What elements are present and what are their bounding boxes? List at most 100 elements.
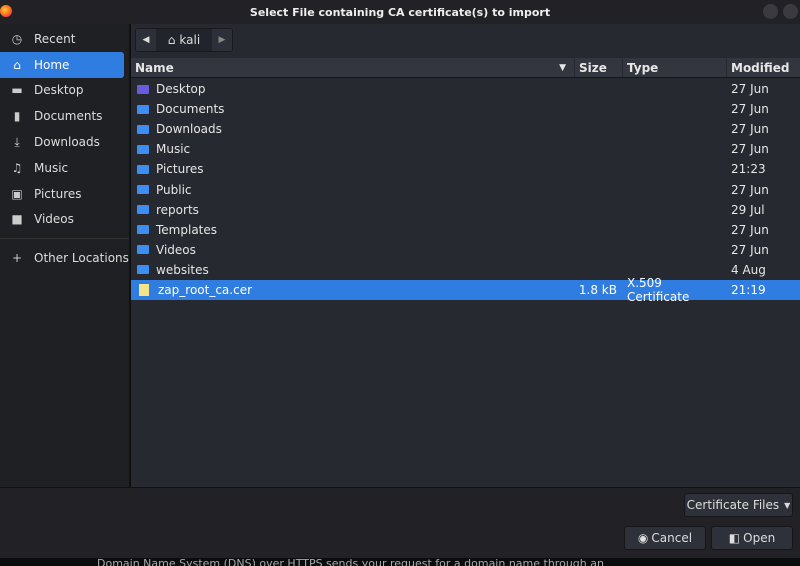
folder-icon xyxy=(137,104,149,114)
sidebar-item-recent[interactable]: ◷ Recent xyxy=(0,26,129,52)
desktop-icon: ▬ xyxy=(11,83,23,98)
sidebar-item-label: Desktop xyxy=(34,83,84,98)
file-name: zap_root_ca.cer xyxy=(158,282,253,297)
file-modified: 4 Aug xyxy=(731,262,766,277)
file-name: Desktop xyxy=(156,82,206,97)
sidebar-item-label: Documents xyxy=(34,109,103,124)
column-size[interactable]: Size xyxy=(575,58,623,77)
column-modified[interactable]: Modified xyxy=(727,58,800,77)
sidebar-item-documents[interactable]: ▮ Documents xyxy=(0,103,129,129)
cancel-icon: ◉ xyxy=(637,531,649,545)
home-icon: ⌂ xyxy=(167,33,176,47)
sort-arrow-icon: ▼ xyxy=(559,62,566,73)
file-type: X.509 Certificate xyxy=(627,275,690,304)
file-row[interactable]: Desktop 27 Jun xyxy=(131,79,800,99)
file-modified: 27 Jun xyxy=(731,222,769,237)
sidebar-item-label: Downloads xyxy=(34,135,100,150)
file-name: Videos xyxy=(156,242,196,257)
file-name: websites xyxy=(156,262,209,277)
file-name: Downloads xyxy=(156,122,222,137)
path-forward-button[interactable]: ▶ xyxy=(212,29,232,51)
title-bar: Select File containing CA certificate(s)… xyxy=(0,0,800,24)
folder-icon xyxy=(137,245,149,255)
places-sidebar: ◷ Recent ⌂ Home ▬ Desktop ▮ Documents ⤓ Downloads… xyxy=(0,24,130,487)
dialog-footer: Certificate Files ▼ ◉ Cancel ◧ Open xyxy=(0,487,800,558)
file-modified: 21:23 xyxy=(731,162,766,177)
file-filter-dropdown[interactable]: Certificate Files ▼ xyxy=(684,493,793,517)
file-modified: 27 Jun xyxy=(731,82,769,97)
file-row[interactable]: reports 29 Jul xyxy=(131,200,800,220)
file-modified: 21:19 xyxy=(731,282,766,297)
file-row[interactable]: Music 27 Jun xyxy=(131,139,800,159)
video-icon: ■ xyxy=(11,212,23,227)
file-modified: 29 Jul xyxy=(731,202,765,217)
path-button-home[interactable]: ⌂ kali xyxy=(156,29,212,51)
file-name: Pictures xyxy=(156,162,204,177)
folder-icon xyxy=(137,225,149,235)
chevron-down-icon: ▼ xyxy=(784,500,791,510)
clock-icon: ◷ xyxy=(11,31,23,46)
music-icon: ♫ xyxy=(11,160,23,175)
file-modified: 27 Jun xyxy=(731,242,769,257)
file-row[interactable]: Pictures 21:23 xyxy=(131,159,800,179)
cancel-button[interactable]: ◉ Cancel xyxy=(624,526,706,550)
sidebar-item-label: Music xyxy=(34,160,69,175)
file-modified: 27 Jun xyxy=(731,122,769,137)
folder-icon xyxy=(137,144,149,154)
file-name: Music xyxy=(156,142,191,157)
file-modified: 27 Jun xyxy=(731,142,769,157)
file-name: reports xyxy=(156,202,199,217)
file-row[interactable]: Downloads 27 Jun xyxy=(131,119,800,139)
file-name: Templates xyxy=(156,222,218,237)
background-page-text: Domain Name System (DNS) over HTTPS send… xyxy=(0,558,800,566)
sidebar-item-pictures[interactable]: ▣ Pictures xyxy=(0,181,129,207)
folder-icon xyxy=(137,185,149,195)
column-name[interactable]: Name ▼ xyxy=(131,58,575,77)
folder-icon xyxy=(137,265,149,275)
column-type[interactable]: Type xyxy=(623,58,727,77)
sidebar-item-label: Home xyxy=(34,57,70,72)
folder-icon xyxy=(137,205,149,215)
sidebar-item-label: Videos xyxy=(34,212,74,227)
path-bar: ◀ ⌂ kali ▶ xyxy=(135,28,233,52)
window-title: Select File containing CA certificate(s)… xyxy=(249,5,551,19)
sidebar-item-home[interactable]: ⌂ Home xyxy=(0,51,124,78)
sidebar-item-other-locations[interactable]: + Other Locations xyxy=(0,245,129,271)
sidebar-item-music[interactable]: ♫ Music xyxy=(0,155,129,181)
firefox-logo-icon xyxy=(0,5,12,17)
file-modified: 27 Jun xyxy=(731,182,769,197)
column-header: Name ▼ Size Type Modified xyxy=(131,58,800,78)
file-size: 1.8 kB xyxy=(578,282,617,297)
minimize-button[interactable] xyxy=(763,4,778,19)
file-row[interactable]: Public 27 Jun xyxy=(131,179,800,199)
sidebar-item-label: Pictures xyxy=(34,186,82,201)
close-button[interactable] xyxy=(783,4,798,19)
file-list: Desktop 27 Jun Documents 27 Jun Downloads 27 … xyxy=(131,79,800,304)
folder-icon xyxy=(137,164,149,174)
sidebar-item-videos[interactable]: ■ Videos xyxy=(0,207,129,233)
home-icon: ⌂ xyxy=(13,57,21,72)
open-button[interactable]: ◧ Open xyxy=(711,526,793,550)
file-row[interactable]: Documents 27 Jun xyxy=(131,99,800,119)
file-browser: ◀ ⌂ kali ▶ Name ▼ Size Type Modified Deskt… xyxy=(131,24,800,487)
file-name: Documents xyxy=(156,102,225,117)
folder-icon xyxy=(137,84,149,94)
open-icon: ◧ xyxy=(728,531,741,545)
document-icon: ▮ xyxy=(13,109,21,124)
sidebar-item-downloads[interactable]: ⤓ Downloads xyxy=(0,129,129,155)
sidebar-item-label: Recent xyxy=(34,31,76,46)
file-row[interactable]: zap_root_ca.cer 1.8 kB X.509 Certificate 21… xyxy=(131,276,800,304)
file-row[interactable]: Templates 27 Jun xyxy=(131,220,800,240)
file-modified: 27 Jun xyxy=(731,102,769,117)
sidebar-item-desktop[interactable]: ▬ Desktop xyxy=(0,78,129,104)
file-row[interactable]: Videos 27 Jun xyxy=(131,240,800,260)
download-icon: ⤓ xyxy=(14,134,20,149)
folder-icon xyxy=(137,124,149,134)
file-name: Public xyxy=(156,182,192,197)
sidebar-item-label: Other Locations xyxy=(34,251,129,266)
sidebar-divider xyxy=(0,238,129,240)
path-back-button[interactable]: ◀ xyxy=(136,29,156,51)
picture-icon: ▣ xyxy=(11,186,23,201)
file-icon xyxy=(139,283,149,296)
plus-icon: + xyxy=(11,251,23,266)
